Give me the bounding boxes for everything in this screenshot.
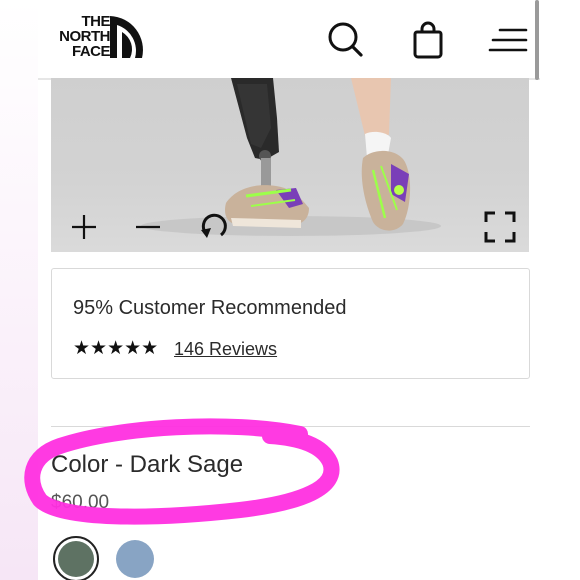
- rating-summary: 95% Customer Recommended ★★★★★ 146 Revie…: [51, 268, 530, 379]
- product-photo-shoes: [141, 78, 441, 236]
- swatch-dark-sage[interactable]: [53, 536, 99, 580]
- section-divider: [51, 426, 530, 427]
- product-page: THE NORTH FACE 95% Customer Recommended …: [38, 0, 540, 580]
- site-header: THE NORTH FACE: [38, 0, 540, 78]
- rotate-icon[interactable]: [197, 208, 231, 242]
- fullscreen-icon[interactable]: [483, 210, 517, 244]
- price: $60.00: [51, 492, 110, 513]
- logo-line-1: THE: [81, 13, 111, 30]
- hamburger-menu-icon[interactable]: [488, 20, 528, 60]
- zoom-in-icon[interactable]: [69, 212, 99, 242]
- star-rating: ★★★★★: [73, 338, 159, 359]
- scrollbar-thumb[interactable]: [535, 0, 539, 80]
- swatch-blue[interactable]: [116, 540, 154, 578]
- color-label: Color - Dark Sage: [51, 451, 244, 478]
- the-north-face-logo[interactable]: THE NORTH FACE: [50, 14, 150, 62]
- recommend-text: 95% Customer Recommended: [73, 297, 347, 319]
- logo-line-3: FACE: [71, 43, 111, 60]
- left-backdrop: [0, 0, 38, 580]
- scrollbar-track: [540, 0, 580, 580]
- zoom-out-icon[interactable]: [133, 212, 163, 242]
- logo-wordmark: THE NORTH FACE: [50, 14, 110, 59]
- screen: THE NORTH FACE 95% Customer Recommended …: [0, 0, 580, 580]
- swatch-dark-sage-fill: [58, 541, 94, 577]
- search-icon[interactable]: [326, 20, 366, 60]
- shopping-bag-icon[interactable]: [408, 20, 448, 60]
- product-image-viewer[interactable]: [51, 78, 529, 252]
- reviews-link[interactable]: 146 Reviews: [174, 339, 277, 360]
- half-dome-logo-icon: [110, 16, 143, 58]
- logo-line-2: NORTH: [59, 28, 110, 45]
